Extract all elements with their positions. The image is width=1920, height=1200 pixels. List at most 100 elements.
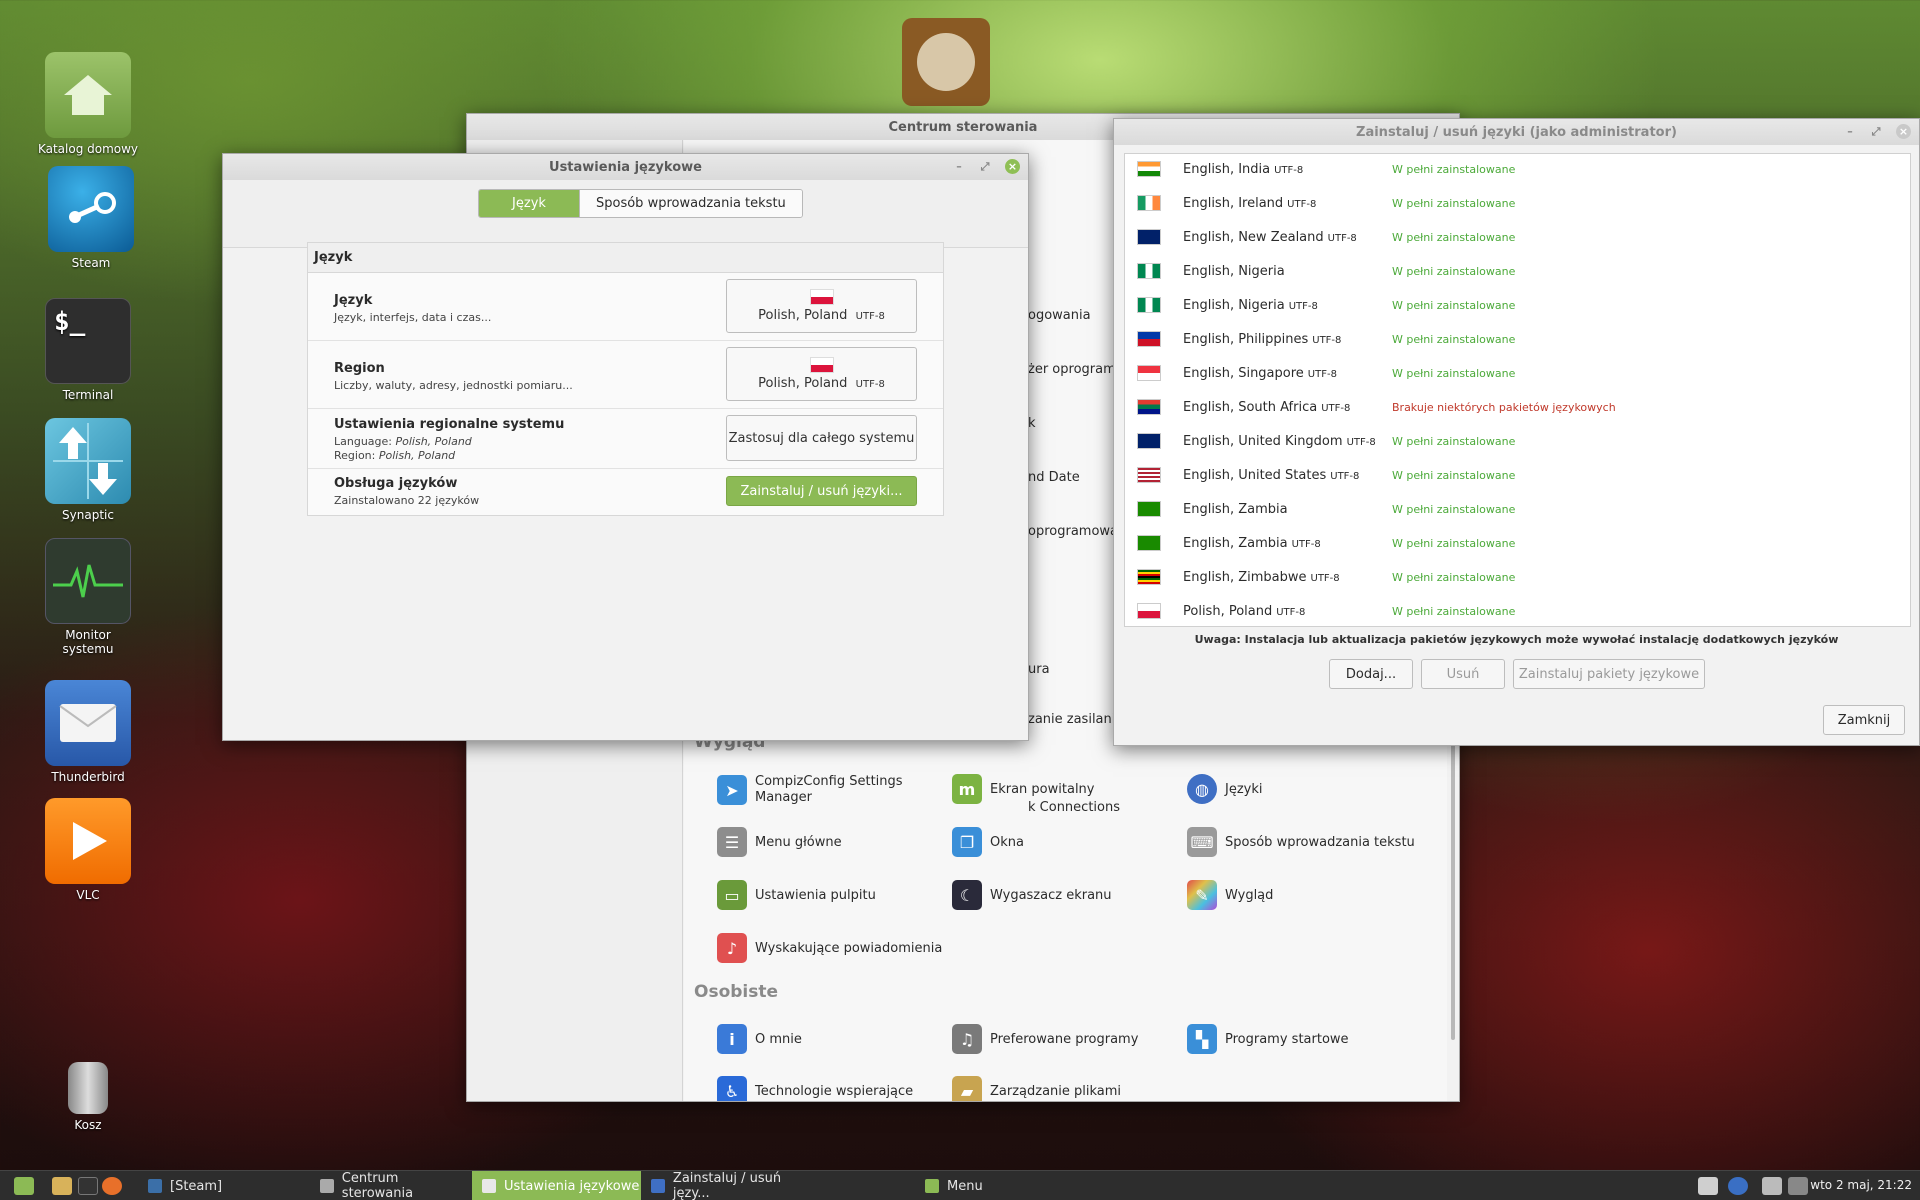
clock[interactable]: wto 2 maj, 21:22 xyxy=(1810,1178,1912,1192)
language-list[interactable]: English, India UTF-8 W pełni zainstalowane… xyxy=(1124,153,1911,627)
language-row[interactable]: English, Nigeria W pełni zainstalowane xyxy=(1125,254,1910,288)
desktop-icon-synaptic[interactable]: Synaptic xyxy=(33,418,143,522)
desktop-icon-terminal[interactable]: $_ Terminal xyxy=(33,298,143,402)
steam-tray-icon[interactable] xyxy=(1698,1177,1718,1195)
hidden-item-fragment[interactable]: oprogramowar xyxy=(1028,524,1123,539)
language-name: English, Nigeria xyxy=(1183,263,1285,279)
cc-item-windows[interactable]: ❐ Okna xyxy=(952,827,1182,857)
show-desktop-icon[interactable] xyxy=(14,1177,34,1195)
row-system-locale: Ustawienia regionalne systemu Language: … xyxy=(308,409,943,469)
cc-item-input-method[interactable]: ⌨ Sposób wprowadzania tekstu xyxy=(1187,827,1417,857)
install-language-packs-button[interactable]: Zainstaluj pakiety językowe xyxy=(1513,659,1705,689)
flag-icon xyxy=(1137,331,1161,347)
cc-item-main-menu[interactable]: ☰ Menu główne xyxy=(717,827,947,857)
language-row[interactable]: English, Philippines UTF-8 W pełni zainsta… xyxy=(1125,322,1910,356)
language-row[interactable]: English, India UTF-8 W pełni zainstalowane xyxy=(1125,154,1910,186)
language-name: English, United Kingdom UTF-8 xyxy=(1183,433,1376,449)
task-control-center[interactable]: Centrum sterowania xyxy=(310,1171,472,1200)
tab-language[interactable]: Język xyxy=(479,190,579,217)
install-languages-task-icon xyxy=(651,1179,665,1193)
task-install-languages[interactable]: Zainstaluj / usuń języ... xyxy=(641,1171,821,1200)
cc-item-notifications[interactable]: ♪ Wyskakujące powiadomienia xyxy=(717,933,947,963)
task-steam[interactable]: [Steam] xyxy=(138,1171,310,1200)
language-row[interactable]: English, Nigeria UTF-8 W pełni zainstalowa… xyxy=(1125,288,1910,322)
cc-item-about-me[interactable]: i O mnie xyxy=(717,1024,947,1054)
language-row[interactable]: English, United Kingdom UTF-8 W pełni zain… xyxy=(1125,424,1910,458)
network-icon[interactable] xyxy=(1762,1177,1782,1195)
language-row[interactable]: English, United States UTF-8 W pełni zains… xyxy=(1125,458,1910,492)
folder-icon: ▰ xyxy=(952,1076,982,1101)
language-row[interactable]: English, Singapore UTF-8 W pełni zainstalo… xyxy=(1125,356,1910,390)
language-row[interactable]: English, Ireland UTF-8 W pełni zainstalowa… xyxy=(1125,186,1910,220)
hidden-item-fragment[interactable]: k xyxy=(1028,416,1036,431)
firefox-icon[interactable] xyxy=(902,18,990,106)
cc-item-compizconfig[interactable]: ➤ CompizConfig Settings Manager xyxy=(717,774,947,806)
language-row[interactable]: Polish, Poland UTF-8 W pełni zainstalowane xyxy=(1125,594,1910,626)
cc-item-label: Języki xyxy=(1225,781,1263,797)
maximize-icon[interactable]: ⤢ xyxy=(979,160,991,173)
desktop-icon-home[interactable]: Katalog domowy xyxy=(33,52,143,156)
cc-item-welcome-screen[interactable]: m Ekran powitalny xyxy=(952,774,1182,804)
music-icon: ♫ xyxy=(952,1024,982,1054)
cc-item-appearance[interactable]: ✎ Wygląd xyxy=(1187,880,1417,910)
cc-item-startup-apps[interactable]: ▚ Programy startowe xyxy=(1187,1024,1417,1054)
cc-item-screensaver[interactable]: ☾ Wygaszacz ekranu xyxy=(952,880,1182,910)
language-status: W pełni zainstalowane xyxy=(1392,332,1516,346)
home-folder-icon xyxy=(45,52,131,138)
cc-item-preferred-apps[interactable]: ♫ Preferowane programy xyxy=(952,1024,1182,1054)
close-icon[interactable]: × xyxy=(1896,124,1911,139)
cc-item-file-management[interactable]: ▰ Zarządzanie plikami xyxy=(952,1076,1182,1101)
language-status: W pełni zainstalowane xyxy=(1392,434,1516,448)
close-icon[interactable]: × xyxy=(1005,159,1020,174)
tab-input-method[interactable]: Sposób wprowadzania tekstu xyxy=(579,190,802,217)
flag-poland-icon xyxy=(809,357,834,373)
terminal-launcher-icon[interactable] xyxy=(78,1177,98,1195)
language-row[interactable]: English, Zambia UTF-8 W pełni zainstalowan… xyxy=(1125,526,1910,560)
cc-item-label: Zarządzanie plikami xyxy=(990,1083,1122,1099)
language-row[interactable]: English, New Zealand UTF-8 W pełni zainsta… xyxy=(1125,220,1910,254)
remove-language-button[interactable]: Usuń xyxy=(1421,659,1505,689)
menu-button[interactable]: Menu xyxy=(915,1171,1015,1200)
cc-item-desktop-settings[interactable]: ▭ Ustawienia pulpitu xyxy=(717,880,947,910)
task-language-settings[interactable]: Ustawienia językowe xyxy=(472,1171,641,1200)
cc-item-accessibility[interactable]: ♿ Technologie wspierające xyxy=(717,1076,947,1101)
hidden-item-fragment[interactable]: ogowania xyxy=(1028,308,1091,323)
language-row[interactable]: English, South Africa UTF-8 Brakuje niektó… xyxy=(1125,390,1910,424)
language-settings-titlebar[interactable]: Ustawienia językowe – ⤢ × xyxy=(223,154,1028,180)
desktop-icon-steam[interactable]: Steam xyxy=(36,166,146,270)
hidden-item-fragment[interactable]: ura xyxy=(1028,662,1050,677)
flag-icon xyxy=(1137,433,1161,449)
volume-icon[interactable] xyxy=(1788,1177,1808,1195)
cc-item-languages[interactable]: ◍ Języki xyxy=(1187,774,1417,804)
install-note: Uwaga: Instalacja lub aktualizacja pakie… xyxy=(1194,633,1839,646)
files-icon[interactable] xyxy=(52,1177,72,1195)
desktop-icon-trash[interactable]: Kosz xyxy=(33,1062,143,1132)
apply-system-wide-button[interactable]: Zastosuj dla całego systemu xyxy=(726,415,917,461)
install-languages-titlebar[interactable]: Zainstaluj / usuń języki (jako administr… xyxy=(1114,119,1919,145)
region-select-button[interactable]: Polish, Poland UTF-8 xyxy=(726,347,917,401)
desktop-icon-label: Steam xyxy=(71,256,111,270)
control-center-task-icon xyxy=(320,1179,334,1193)
minimize-icon[interactable]: – xyxy=(953,160,965,173)
language-select-button[interactable]: Polish, Poland UTF-8 xyxy=(726,279,917,333)
scrollbar-thumb[interactable] xyxy=(1451,740,1455,1040)
desktop-icon-thunderbird[interactable]: Thunderbird xyxy=(33,680,143,784)
desktop-icon-vlc[interactable]: VLC xyxy=(33,798,143,902)
desktop-icon-label: Monitor systemu xyxy=(62,628,114,656)
cc-item-label: CompizConfig Settings Manager xyxy=(755,774,903,805)
add-language-button[interactable]: Dodaj... xyxy=(1329,659,1413,689)
desktop-icon-system-monitor[interactable]: Monitor systemu xyxy=(33,538,143,656)
close-button[interactable]: Zamknij xyxy=(1823,705,1905,735)
hidden-item-fragment[interactable]: nd Date xyxy=(1028,470,1080,485)
desktop-icon: ▭ xyxy=(717,880,747,910)
browser-launcher-icon[interactable] xyxy=(102,1177,122,1195)
language-row[interactable]: English, Zambia W pełni zainstalowane xyxy=(1125,492,1910,526)
language-row[interactable]: English, Zimbabwe UTF-8 W pełni zainstalow… xyxy=(1125,560,1910,594)
maximize-icon[interactable]: ⤢ xyxy=(1870,125,1882,138)
play-icon xyxy=(45,798,131,884)
shield-icon[interactable] xyxy=(1728,1177,1748,1195)
cc-item-label: O mnie xyxy=(755,1031,802,1047)
minimize-icon[interactable]: – xyxy=(1844,125,1856,138)
flag-poland-icon xyxy=(809,289,834,305)
install-remove-languages-button[interactable]: Zainstaluj / usuń języki... xyxy=(726,476,917,506)
